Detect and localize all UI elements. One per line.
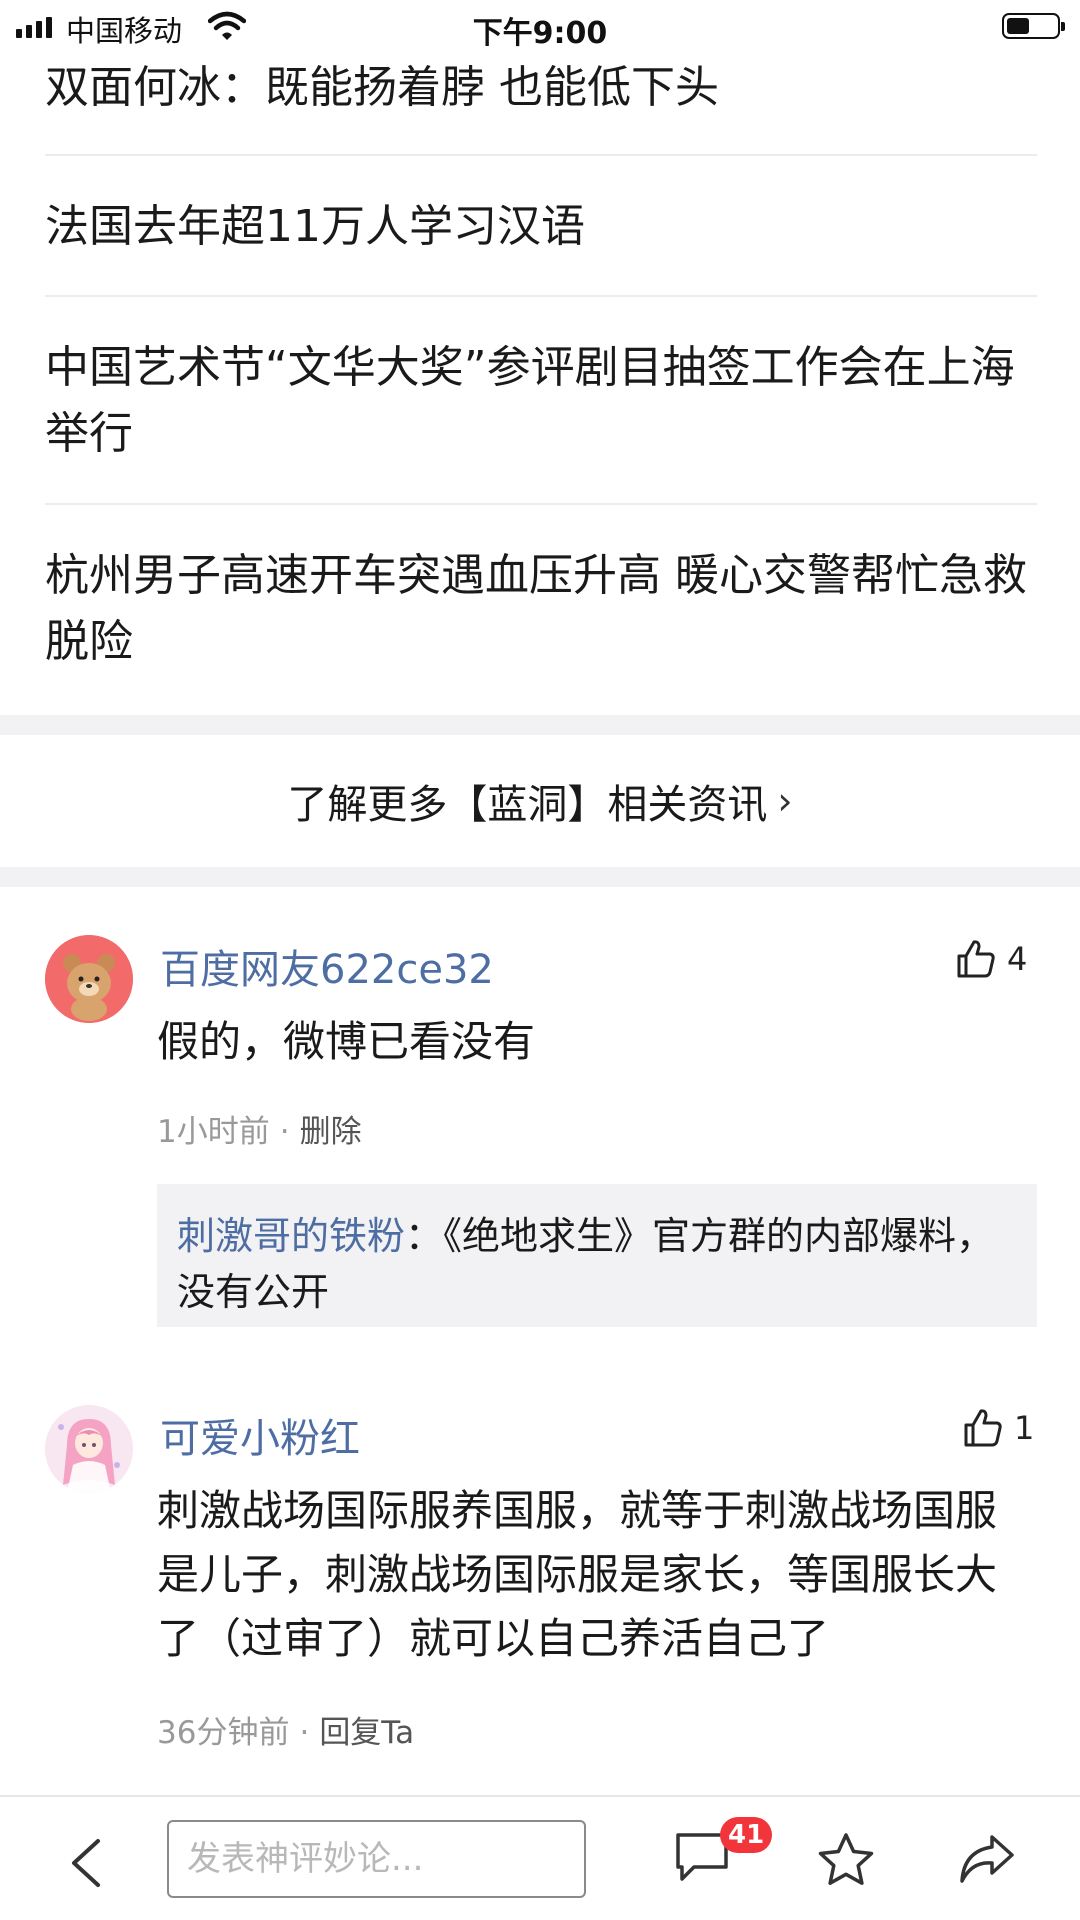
news-item[interactable]: 中国艺术节“文华大奖”参评剧目抽签工作会在上海举行 [45,335,1037,467]
like-count: 1 [1014,1409,1035,1447]
related-news-list: 双面何冰：既能扬着脖 也能低下头 法国去年超11万人学习汉语 中国艺术节“文华大… [0,0,1080,715]
reply-separator: ： [405,1214,444,1258]
divider [45,295,1037,297]
comment-meta: 36分钟前 · 回复Ta [157,1715,415,1751]
reply-button[interactable]: 回复Ta [319,1715,414,1751]
comment-username[interactable]: 百度网友622ce32 [160,937,494,995]
clock-time: 下午9:00 [472,16,608,51]
battery-level [1007,18,1029,34]
section-separator [0,715,1080,735]
comment-time: 1小时前 [157,1114,270,1150]
comment-text: 假的，微博已看没有 [157,1017,536,1066]
comment-count-badge: 41 [720,1817,773,1853]
chevron-right-icon: › [777,779,793,823]
delete-button[interactable]: 删除 [300,1114,362,1150]
like-count: 4 [1007,940,1028,978]
thumbs-up-icon [957,940,995,978]
divider [45,154,1037,156]
more-news-link[interactable]: 了解更多【蓝洞】相关资讯 › [0,735,1080,867]
more-news-label: 了解更多【蓝洞】相关资讯 [287,782,768,828]
comment-input[interactable] [167,1820,586,1898]
bear-avatar-icon [45,935,133,1023]
news-item[interactable]: 双面何冰：既能扬着脖 也能低下头 [45,55,1037,121]
status-bar: 中国移动 下午9:00 [0,0,1080,54]
reply-username[interactable]: 刺激哥的铁粉 [177,1214,405,1258]
avatar[interactable] [45,935,133,1023]
battery-icon [1002,13,1065,39]
comment-text: 刺激战场国际服养国服，就等于刺激战场国服是儿子，刺激战场国际服是家长，等国服长大… [157,1486,998,1663]
section-separator [0,867,1080,887]
anime-girl-avatar-icon [45,1405,133,1493]
like-button[interactable]: 4 [955,938,1027,980]
thumbs-up-icon [964,1409,1002,1447]
like-button[interactable]: 1 [962,1407,1034,1449]
avatar[interactable] [45,1405,133,1493]
news-item[interactable]: 杭州男子高速开车突遇血压升高 暖心交警帮忙急救脱险 [45,543,1037,675]
share-icon[interactable] [956,1831,1018,1887]
bottom-toolbar: 41 [0,1795,1080,1920]
star-icon[interactable] [816,1831,876,1889]
back-arrow-icon[interactable] [66,1837,106,1889]
comment-username[interactable]: 可爱小粉红 [160,1406,360,1464]
reply-preview[interactable]: 刺激哥的铁粉：《绝地求生》官方群的内部爆料，没有公开 [157,1184,1037,1327]
divider [45,503,1037,505]
news-item[interactable]: 法国去年超11万人学习汉语 [45,194,1037,260]
comment-meta: 1小时前 · 删除 [157,1114,362,1150]
comment-time: 36分钟前 [157,1715,290,1751]
